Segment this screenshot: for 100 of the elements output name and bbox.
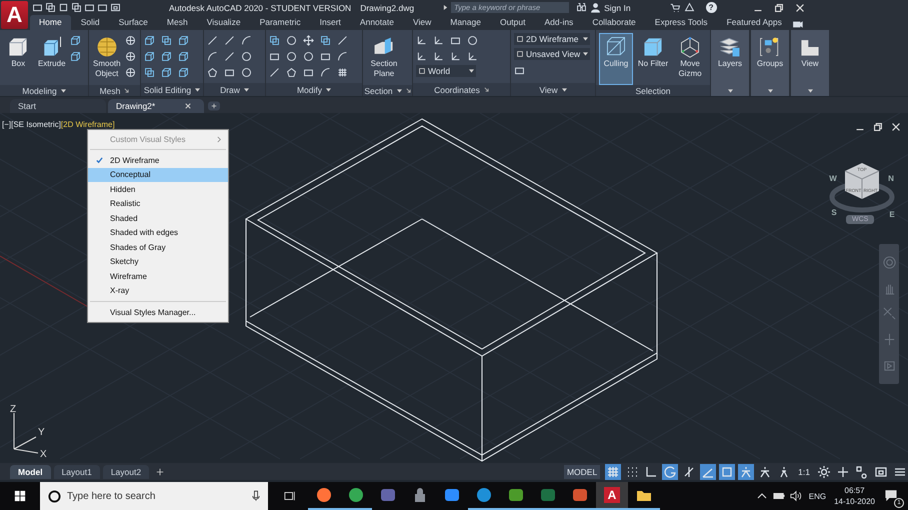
dialog-launcher-icon[interactable] [484, 87, 489, 92]
panel-title[interactable]: View [539, 84, 558, 94]
ribbon-button[interactable]: Extrude [36, 33, 67, 85]
cube-icon[interactable] [178, 51, 189, 62]
add-tab-icon[interactable] [208, 101, 220, 111]
battery-icon[interactable] [772, 490, 785, 502]
compass-letter[interactable]: N [888, 174, 894, 183]
caret-icon[interactable] [326, 88, 332, 92]
ribbon-button[interactable]: Groups [754, 33, 786, 85]
move-icon[interactable] [303, 35, 314, 46]
sign-in-link[interactable]: Sign In [604, 2, 631, 12]
viewport-controls[interactable]: [−] [2, 120, 12, 129]
menu-item[interactable]: Conceptual [88, 168, 228, 182]
line-icon[interactable] [207, 35, 218, 46]
square-icon[interactable] [719, 464, 736, 480]
axes-icon[interactable] [416, 51, 427, 62]
file-tab[interactable]: Drawing2* [108, 99, 204, 113]
dropdown[interactable]: World [416, 65, 476, 77]
arc-icon[interactable] [337, 51, 348, 62]
ribbon-tab[interactable]: Add-ins [535, 15, 582, 30]
cube-icon[interactable] [178, 67, 189, 78]
cube-icon[interactable] [144, 35, 155, 46]
ribbon-tab[interactable]: Visualize [198, 15, 250, 30]
layout-tab[interactable]: Model [10, 464, 51, 478]
dropdown[interactable]: Unsaved View [514, 48, 590, 60]
video-camera-icon[interactable] [792, 19, 803, 30]
menu-item[interactable]: Shades of Gray [88, 240, 228, 254]
rectangle-icon[interactable] [450, 35, 461, 46]
cube-icon[interactable] [161, 51, 172, 62]
rectangle-icon[interactable] [224, 67, 235, 78]
space-toggle[interactable]: MODEL [564, 464, 600, 478]
menu-item[interactable]: Wireframe [88, 269, 228, 284]
ribbon-tab[interactable]: Surface [110, 15, 157, 30]
ribbon-tab[interactable]: Collaborate [583, 15, 645, 30]
arc-icon[interactable] [241, 35, 252, 46]
dialog-launcher-icon[interactable] [406, 88, 411, 93]
line-icon[interactable] [224, 35, 235, 46]
menu-item[interactable]: Hidden [88, 182, 228, 196]
ribbon-button[interactable]: Section Plane [366, 33, 402, 85]
layout-tab[interactable]: Layout2 [102, 464, 150, 478]
compass-letter[interactable]: W [829, 174, 837, 183]
menu-item[interactable]: Realistic [88, 196, 228, 211]
ribbon-tab[interactable]: View [404, 15, 440, 30]
viewcube[interactable] [844, 163, 880, 200]
ribbon-tab[interactable]: Featured Apps [718, 15, 791, 30]
ribbon-tab[interactable]: Insert [310, 15, 350, 30]
caret-icon[interactable] [562, 88, 567, 92]
close-icon[interactable] [794, 2, 806, 14]
menu-item[interactable]: 2D Wireframe [88, 153, 228, 168]
copy-icon[interactable] [71, 2, 82, 13]
menu-item[interactable]: Visual Styles Manager... [88, 305, 228, 320]
task-view-icon[interactable] [284, 490, 296, 502]
copy-icon[interactable] [144, 67, 155, 78]
window-icon[interactable] [110, 2, 121, 13]
annotation-scale[interactable]: 1:1 [795, 466, 813, 476]
rectangle-icon[interactable] [32, 2, 43, 13]
menu-item[interactable]: Shaded with edges [88, 226, 228, 240]
ribbon-tab[interactable]: Express Tools [646, 15, 717, 30]
menu-item[interactable]: Sketchy [88, 254, 228, 269]
file-tab[interactable]: Start [10, 99, 106, 113]
menu-item[interactable]: X-ray [88, 284, 228, 298]
line-icon[interactable] [269, 67, 280, 78]
triangle-icon[interactable] [684, 2, 695, 13]
ribbon-tab[interactable]: Output [490, 15, 534, 30]
ribbon-button[interactable]: Box [3, 33, 34, 85]
rectangle-icon[interactable] [514, 65, 525, 76]
polygon-icon[interactable] [286, 67, 297, 78]
restore-icon[interactable] [772, 2, 785, 14]
copy-icon[interactable] [320, 35, 331, 46]
settings-icon[interactable] [816, 464, 832, 480]
ribbon-tab[interactable]: Parametric [250, 15, 310, 30]
restore-icon[interactable] [872, 121, 884, 133]
rectangle-icon[interactable] [84, 2, 95, 13]
ribbon-tab[interactable]: Manage [441, 15, 490, 30]
square-icon[interactable] [58, 2, 69, 13]
ribbon-tab[interactable]: Solid [72, 15, 109, 30]
expand-icon[interactable] [443, 4, 448, 11]
rectangle-icon[interactable] [303, 67, 314, 78]
copy-icon[interactable] [45, 2, 56, 13]
caret-icon[interactable] [728, 88, 732, 92]
binoculars-icon[interactable] [576, 2, 588, 13]
ribbon-button[interactable]: Smooth Object [92, 33, 122, 85]
visual-style-name[interactable]: [2D Wireframe] [60, 120, 115, 129]
axes-icon[interactable] [416, 35, 427, 46]
cube-icon[interactable] [70, 51, 81, 62]
view-name[interactable]: [SE Isometric] [11, 120, 61, 129]
grid-icon[interactable] [337, 67, 348, 78]
notification-icon[interactable] [885, 489, 897, 501]
rectangle-icon[interactable] [320, 51, 331, 62]
caret-icon[interactable] [808, 88, 812, 92]
clock-date[interactable]: 14-10-2020 [834, 496, 875, 507]
taskbar-app[interactable]: A [596, 482, 628, 510]
rectangle-icon[interactable] [269, 51, 280, 62]
ribbon-tab[interactable]: Annotate [350, 15, 403, 30]
compass-letter[interactable]: S [831, 208, 837, 217]
caret-icon[interactable] [60, 88, 66, 92]
caret-icon[interactable] [195, 88, 200, 92]
windows-start-icon[interactable] [14, 490, 26, 502]
polygon-icon[interactable] [207, 67, 218, 78]
rectangle-icon[interactable] [97, 2, 108, 13]
